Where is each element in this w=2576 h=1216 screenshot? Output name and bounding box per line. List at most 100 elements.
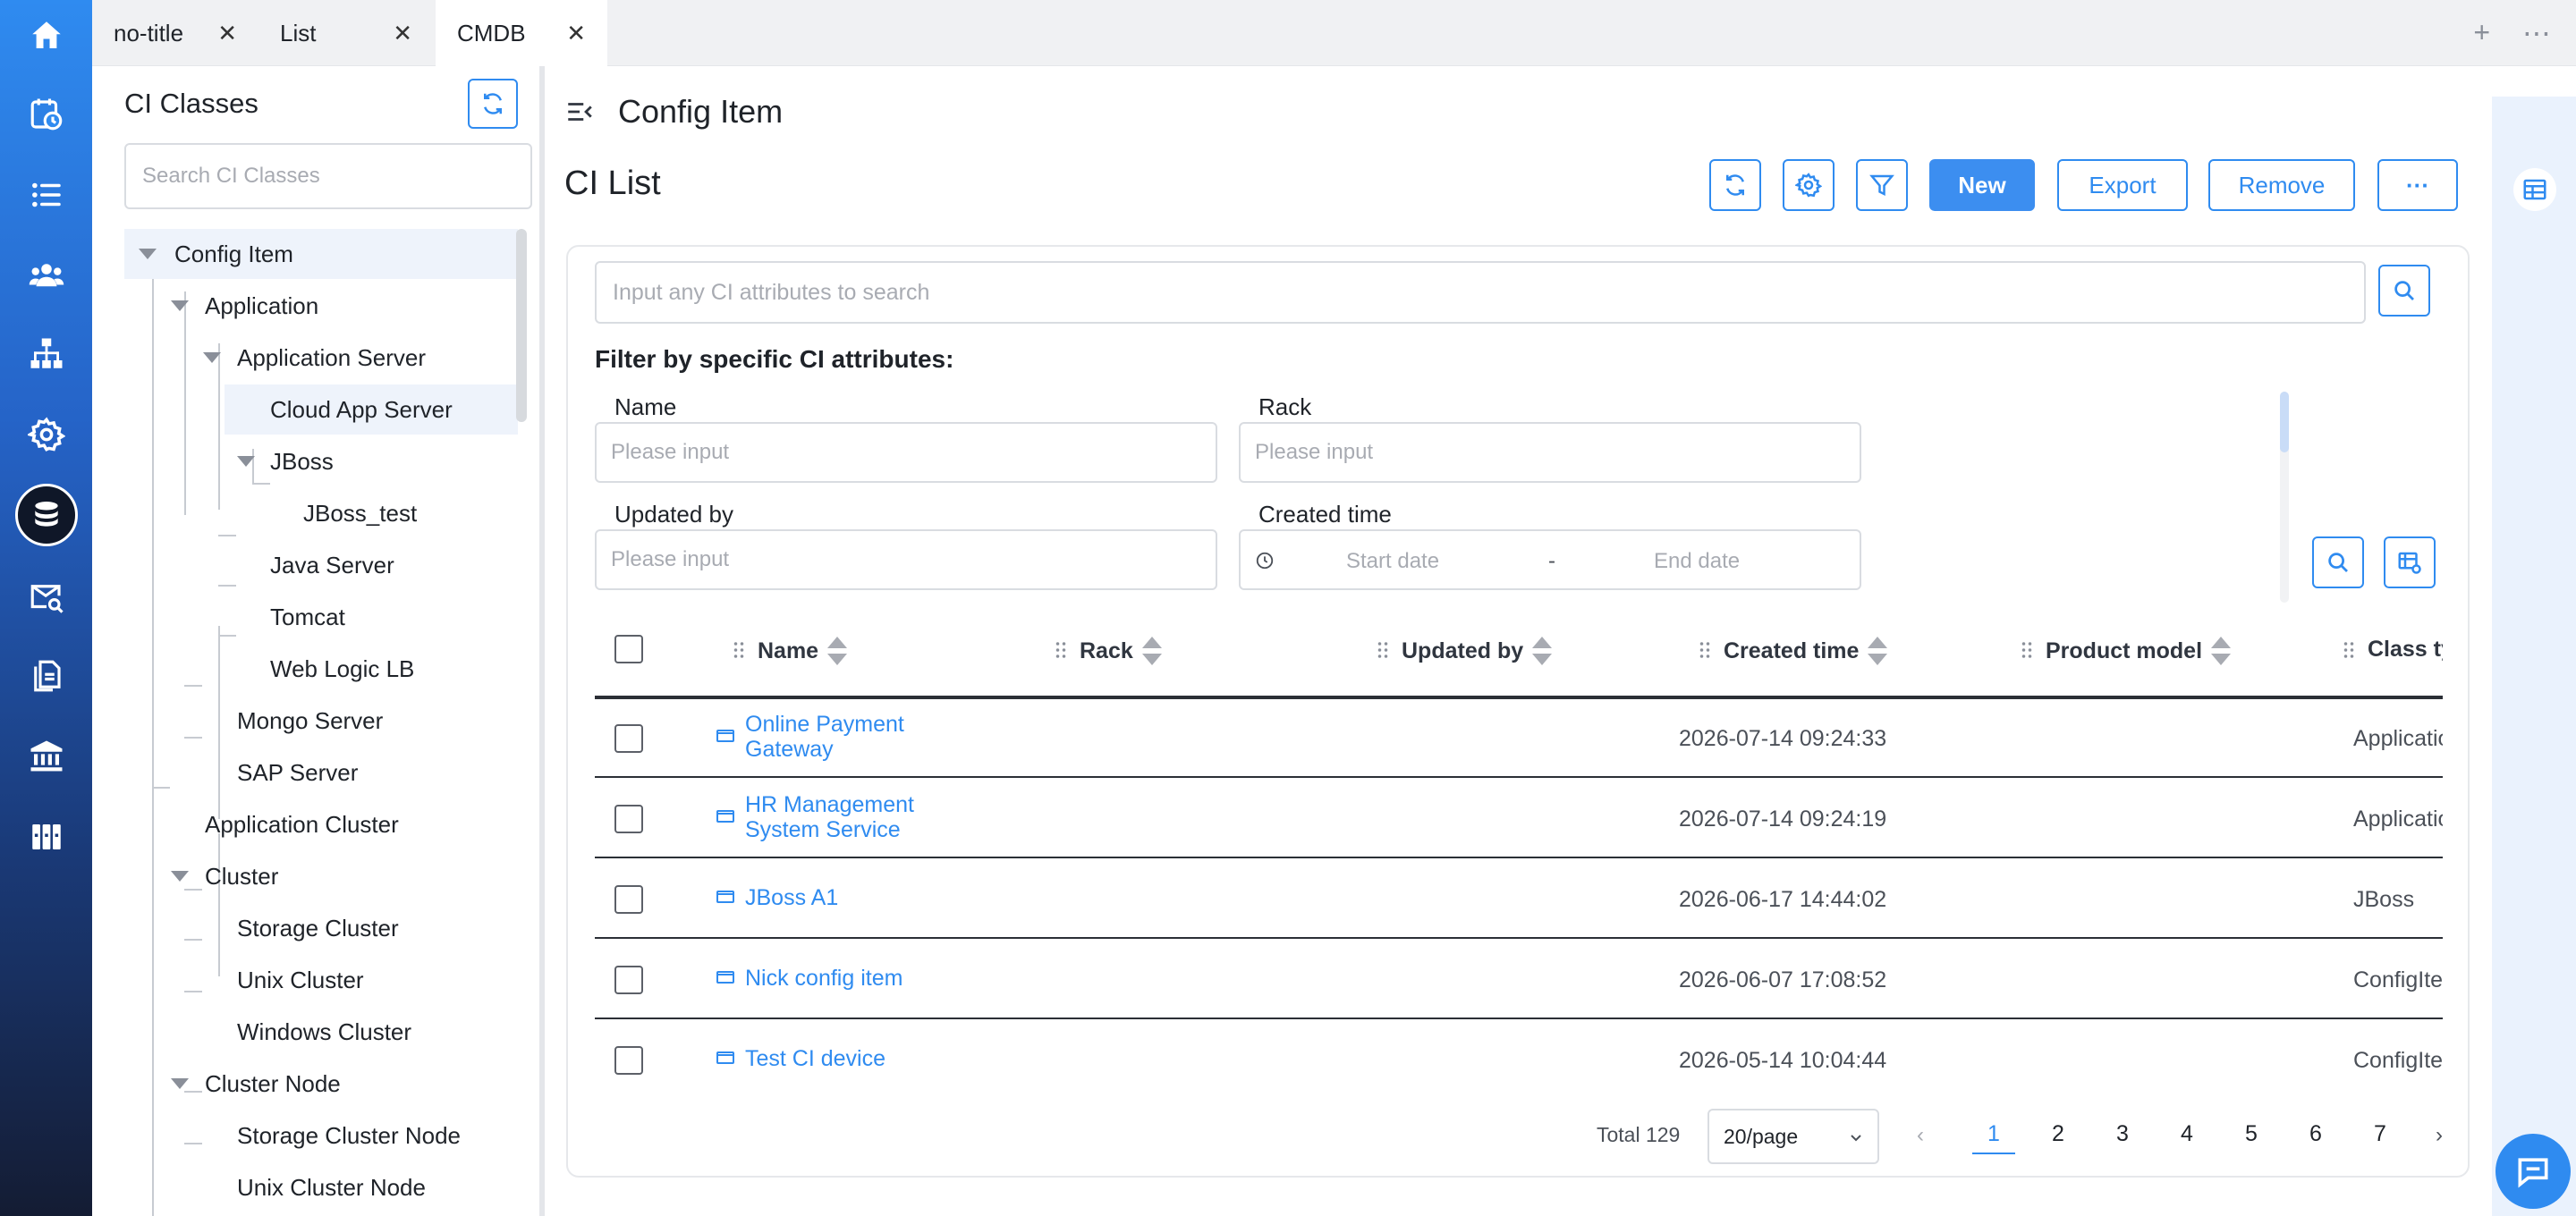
drag-handle-icon[interactable]: [1055, 640, 1067, 660]
sort-icon[interactable]: [827, 637, 848, 665]
page-4[interactable]: 4: [2165, 1121, 2208, 1147]
tree-node-sap-server[interactable]: SAP Server: [124, 747, 518, 798]
expand-caret-icon[interactable]: [237, 456, 255, 467]
row-checkbox[interactable]: [614, 1046, 643, 1075]
bank-icon[interactable]: [0, 721, 92, 792]
tab-cmdb[interactable]: CMDB ✕: [436, 0, 607, 66]
prev-page-button[interactable]: ‹: [1917, 1123, 1924, 1148]
tree-node-application[interactable]: Application: [124, 281, 518, 331]
org-tree-icon[interactable]: [0, 318, 92, 390]
column-header-created-time[interactable]: Created time: [1699, 637, 1888, 665]
database-icon[interactable]: [0, 479, 92, 551]
page-6[interactable]: 6: [2294, 1121, 2337, 1147]
ci-attribute-search-input[interactable]: Input any CI attributes to search: [595, 261, 2366, 324]
collapse-sidebar-icon[interactable]: [564, 97, 595, 127]
tree-node-jboss[interactable]: JBoss: [124, 436, 518, 486]
page-3[interactable]: 3: [2101, 1121, 2144, 1147]
tree-node-tomcat[interactable]: Tomcat: [124, 592, 518, 642]
row-checkbox[interactable]: [614, 966, 643, 994]
row-checkbox[interactable]: [614, 885, 643, 914]
list-icon[interactable]: [0, 159, 92, 231]
more-actions-button[interactable]: ···: [2377, 159, 2458, 211]
table-layout-settings-button[interactable]: [2384, 536, 2436, 588]
filter-updated-by-input[interactable]: Please input: [595, 529, 1217, 590]
dashboard-clock-icon[interactable]: [0, 79, 92, 150]
expand-caret-icon[interactable]: [203, 352, 221, 363]
sort-icon[interactable]: [1532, 637, 1553, 665]
filter-scrollbar[interactable]: [2280, 392, 2289, 603]
table-row[interactable]: JBoss A1 2026-06-17 14:44:02 JBoss: [595, 860, 2443, 939]
sort-icon[interactable]: [2211, 637, 2232, 665]
home-icon[interactable]: [0, 0, 92, 72]
column-header-updated-by[interactable]: Updated by: [1377, 637, 1553, 665]
row-checkbox[interactable]: [614, 724, 643, 753]
column-header-class-type[interactable]: Class ty: [2343, 637, 2443, 663]
tree-node-web-logic-lb[interactable]: Web Logic LB: [124, 644, 518, 694]
table-view-toggle[interactable]: [2513, 168, 2556, 211]
table-row[interactable]: Test CI device 2026-05-14 10:04:44 Confi…: [595, 1021, 2443, 1084]
ci-name-link[interactable]: Nick config item: [745, 966, 902, 991]
export-button[interactable]: Export: [2057, 159, 2188, 211]
expand-caret-icon[interactable]: [171, 871, 189, 882]
documents-icon[interactable]: [0, 640, 92, 712]
drag-handle-icon[interactable]: [1699, 640, 1711, 660]
filter-button[interactable]: [1856, 159, 1908, 211]
tab-close-icon[interactable]: ✕: [566, 20, 586, 47]
table-row[interactable]: Nick config item 2026-06-07 17:08:52 Con…: [595, 941, 2443, 1019]
column-header-product-model[interactable]: Product model: [2021, 637, 2232, 665]
tree-node-unix-cluster-node[interactable]: Unix Cluster Node: [124, 1162, 518, 1212]
list-settings-button[interactable]: [1783, 159, 1835, 211]
tree-node-cluster-node[interactable]: Cluster Node: [124, 1059, 518, 1109]
drag-handle-icon[interactable]: [2343, 640, 2355, 660]
start-date-field[interactable]: Start date: [1346, 549, 1439, 574]
page-size-select[interactable]: 20/page: [1707, 1109, 1879, 1164]
page-7[interactable]: 7: [2359, 1121, 2402, 1147]
filter-rack-input[interactable]: Please input: [1239, 422, 1861, 483]
search-button[interactable]: [2378, 265, 2430, 317]
tab-list[interactable]: List ✕: [258, 0, 434, 66]
more-tabs-icon[interactable]: ⋯: [2522, 16, 2551, 50]
drag-handle-icon[interactable]: [733, 640, 745, 660]
filter-name-input[interactable]: Please input: [595, 422, 1217, 483]
end-date-field[interactable]: End date: [1654, 549, 1740, 574]
tree-node-jboss-test[interactable]: JBoss_test: [124, 488, 518, 538]
mail-search-icon[interactable]: [0, 562, 92, 633]
tree-node-storage-cluster[interactable]: Storage Cluster: [124, 903, 518, 953]
expand-caret-icon[interactable]: [171, 1078, 189, 1089]
page-1[interactable]: 1: [1972, 1121, 2015, 1154]
tree-node-config-item[interactable]: Config Item: [124, 229, 518, 279]
tree-node-java-server[interactable]: Java Server: [124, 540, 518, 590]
tab-close-icon[interactable]: ✕: [393, 20, 412, 47]
tab-close-icon[interactable]: ✕: [217, 20, 237, 47]
tree-node-application-server[interactable]: Application Server: [124, 333, 518, 383]
search-classes-input[interactable]: Search CI Classes: [124, 143, 532, 209]
library-icon[interactable]: [0, 801, 92, 873]
ci-name-link[interactable]: Online Payment Gateway: [745, 712, 904, 762]
next-page-button[interactable]: ›: [2436, 1123, 2443, 1148]
users-icon[interactable]: [0, 240, 92, 311]
tree-node-cluster[interactable]: Cluster: [124, 851, 518, 901]
column-header-rack[interactable]: Rack: [1055, 637, 1162, 665]
tree-scrollbar[interactable]: [516, 229, 527, 422]
apply-filter-button[interactable]: [2312, 536, 2364, 588]
column-header-name[interactable]: Name: [733, 637, 848, 665]
filter-scrollbar-thumb[interactable]: [2280, 392, 2289, 452]
drag-handle-icon[interactable]: [1377, 640, 1389, 660]
created-time-range-picker[interactable]: Start date - End date: [1239, 529, 1861, 590]
expand-caret-icon[interactable]: [139, 249, 157, 259]
tree-node-windows-cluster[interactable]: Windows Cluster: [124, 1007, 518, 1057]
tree-node-mongo-server[interactable]: Mongo Server: [124, 696, 518, 746]
ci-name-link[interactable]: JBoss A1: [745, 885, 838, 910]
refresh-classes-button[interactable]: [468, 79, 518, 129]
tree-node-unix-cluster[interactable]: Unix Cluster: [124, 955, 518, 1005]
drag-handle-icon[interactable]: [2021, 640, 2033, 660]
tree-node-cloud-app-server[interactable]: Cloud App Server: [225, 384, 518, 435]
table-row[interactable]: HR Management System Service 2026-07-14 0…: [595, 780, 2443, 858]
row-checkbox[interactable]: [614, 805, 643, 833]
sort-icon[interactable]: [1868, 637, 1888, 665]
chat-support-button[interactable]: [2496, 1134, 2571, 1209]
tab-no-title[interactable]: no-title ✕: [92, 0, 258, 66]
remove-button[interactable]: Remove: [2208, 159, 2355, 211]
refresh-list-button[interactable]: [1709, 159, 1761, 211]
page-2[interactable]: 2: [2037, 1121, 2080, 1147]
